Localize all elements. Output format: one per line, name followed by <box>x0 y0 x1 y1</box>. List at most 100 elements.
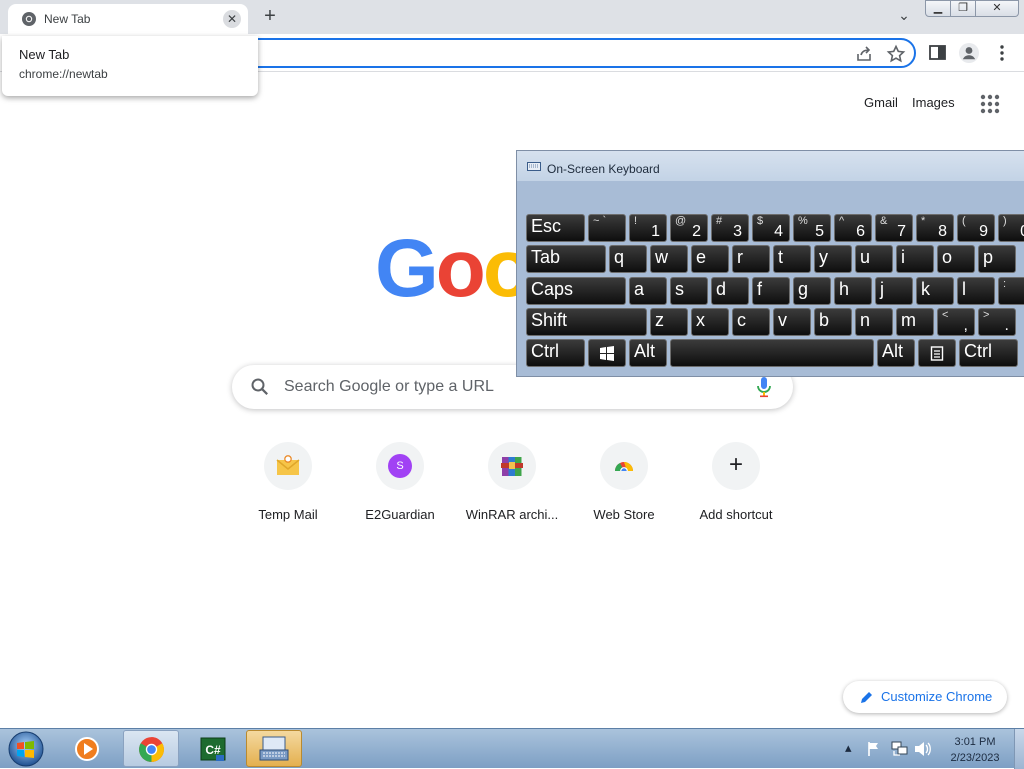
key-label: 1 <box>651 223 660 240</box>
key-a[interactable]: a <box>629 277 667 305</box>
gmail-link[interactable]: Gmail <box>864 95 898 110</box>
key-5[interactable]: % 5 <box>793 214 831 242</box>
taskbar-chrome[interactable] <box>123 730 179 767</box>
shortcut-label: E2Guardian <box>365 507 435 522</box>
key-p[interactable]: p <box>978 245 1016 273</box>
customize-chrome-button[interactable]: Customize Chrome <box>843 681 1007 713</box>
star-icon[interactable] <box>886 44 906 64</box>
key-space[interactable] <box>670 339 874 367</box>
key-r[interactable]: r <box>732 245 770 273</box>
key-b[interactable]: b <box>814 308 852 336</box>
taskbar-media-player[interactable] <box>60 730 116 767</box>
tab-new-tab[interactable]: New Tab ✕ <box>8 4 248 34</box>
key-y[interactable]: y <box>814 245 852 273</box>
key-7[interactable]: & 7 <box>875 214 913 242</box>
key-shift[interactable]: Shift <box>526 308 647 336</box>
menu-kebab-icon[interactable] <box>991 42 1013 64</box>
key-j[interactable]: j <box>875 277 913 305</box>
key-w[interactable]: w <box>650 245 688 273</box>
key-i[interactable]: i <box>896 245 934 273</box>
key-c[interactable]: c <box>732 308 770 336</box>
key-m[interactable]: m <box>896 308 934 336</box>
key-alt-right[interactable]: Alt <box>877 339 915 367</box>
key-e[interactable]: e <box>691 245 729 273</box>
key-shift-label: * <box>921 215 926 227</box>
key-esc[interactable]: Esc <box>526 214 585 242</box>
osk-title-bar[interactable]: On-Screen Keyboard <box>517 151 1024 181</box>
key-label: . <box>1004 317 1009 334</box>
key-l[interactable]: l <box>957 277 995 305</box>
web-store-icon <box>614 462 634 475</box>
key-ctrl-right[interactable]: Ctrl <box>959 339 1018 367</box>
key-4[interactable]: $4 <box>752 214 790 242</box>
key-d[interactable]: d <box>711 277 749 305</box>
key-shift-label: ( <box>962 215 966 227</box>
network-icon[interactable] <box>891 741 909 757</box>
share-icon[interactable] <box>854 44 874 64</box>
key-8[interactable]: * 8 <box>916 214 954 242</box>
taskbar-csharp-app[interactable]: C# <box>185 730 241 767</box>
start-button-icon[interactable] <box>6 730 46 768</box>
restore-button[interactable]: ❐ <box>950 0 976 17</box>
key-n[interactable]: n <box>855 308 893 336</box>
profile-icon[interactable] <box>958 42 980 64</box>
on-screen-keyboard-window[interactable]: On-Screen Keyboard Esc Tab Caps Shift Ct… <box>516 150 1024 377</box>
key-0[interactable]: )0 <box>998 214 1024 242</box>
key-q[interactable]: q <box>609 245 647 273</box>
tab-title: New Tab <box>44 12 91 26</box>
key-period[interactable]: >. <box>978 308 1016 336</box>
key-1[interactable]: ! 1 <box>629 214 667 242</box>
key-o[interactable]: o <box>937 245 975 273</box>
key-2[interactable]: @2 <box>670 214 708 242</box>
minimize-button[interactable]: ▁ <box>925 0 951 17</box>
side-panel-icon[interactable] <box>927 42 949 64</box>
microphone-icon[interactable] <box>754 376 774 398</box>
key-tilde[interactable]: ~ ` <box>588 214 626 242</box>
key-6[interactable]: ^ 6 <box>834 214 872 242</box>
add-shortcut-button[interactable]: + Add shortcut <box>680 442 792 532</box>
key-3[interactable]: #3 <box>711 214 749 242</box>
tab-close-button[interactable]: ✕ <box>223 10 241 28</box>
key-k[interactable]: k <box>916 277 954 305</box>
show-desktop-button[interactable] <box>1014 729 1024 769</box>
key-caps-lock[interactable]: Caps <box>526 277 626 305</box>
key-v[interactable]: v <box>773 308 811 336</box>
volume-icon[interactable] <box>914 741 932 757</box>
key-x[interactable]: x <box>691 308 729 336</box>
new-tab-button[interactable]: + <box>258 4 282 28</box>
key-alt-left[interactable]: Alt <box>629 339 667 367</box>
shortcut-web-store[interactable]: Web Store <box>568 442 680 532</box>
key-t[interactable]: t <box>773 245 811 273</box>
key-f[interactable]: f <box>752 277 790 305</box>
shortcut-tile <box>264 442 312 490</box>
shortcut-temp-mail[interactable]: Temp Mail <box>232 442 344 532</box>
key-s[interactable]: s <box>670 277 708 305</box>
key-g[interactable]: g <box>793 277 831 305</box>
key-label: m <box>901 310 916 330</box>
action-center-flag-icon[interactable] <box>866 741 882 757</box>
key-tab[interactable]: Tab <box>526 245 606 273</box>
tab-search-chevron-icon[interactable]: ⌄ <box>893 7 915 27</box>
key-context-menu[interactable] <box>918 339 956 367</box>
google-apps-grid-icon[interactable] <box>979 93 1001 115</box>
shortcut-winrar[interactable]: WinRAR archi... <box>456 442 568 532</box>
key-label: q <box>614 247 625 267</box>
images-link[interactable]: Images <box>912 95 955 110</box>
key-z[interactable]: z <box>650 308 688 336</box>
taskbar-on-screen-keyboard[interactable] <box>246 730 302 767</box>
search-input[interactable] <box>282 375 732 399</box>
key-ctrl-left[interactable]: Ctrl <box>526 339 585 367</box>
shortcut-e2guardian[interactable]: S E2Guardian <box>344 442 456 532</box>
key-semicolon[interactable]: :; <box>998 277 1024 305</box>
key-9[interactable]: (9 <box>957 214 995 242</box>
key-windows[interactable] <box>588 339 626 367</box>
key-label: r <box>737 247 743 267</box>
key-comma[interactable]: <, <box>937 308 975 336</box>
key-h[interactable]: h <box>834 277 872 305</box>
show-hidden-icons-icon[interactable]: ▴ <box>845 740 852 756</box>
windows-taskbar: C# ▴ 3:01 PM 2/23/2023 <box>0 728 1024 769</box>
key-u[interactable]: u <box>855 245 893 273</box>
system-clock[interactable]: 3:01 PM 2/23/2023 <box>940 734 1010 766</box>
key-label: s <box>675 279 684 299</box>
close-window-button[interactable]: ✕ <box>975 0 1019 17</box>
